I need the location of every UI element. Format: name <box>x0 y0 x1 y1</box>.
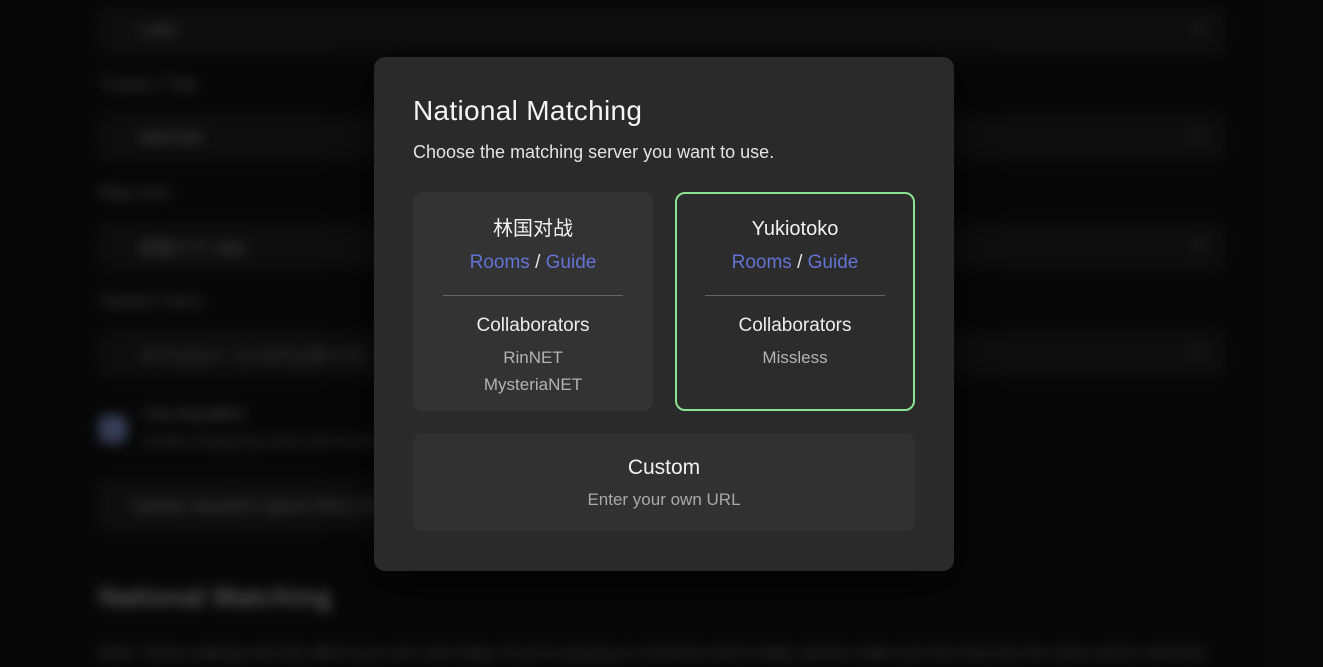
card-divider <box>443 295 623 296</box>
collaborators-heading: Collaborators <box>415 314 651 337</box>
guide-link[interactable]: Guide <box>546 252 597 273</box>
link-separator: / <box>797 252 802 273</box>
server-name: 林国对战 <box>415 217 651 242</box>
rooms-link[interactable]: Rooms <box>470 252 530 273</box>
collaborators-heading: Collaborators <box>677 314 913 337</box>
guide-link[interactable]: Guide <box>808 252 859 273</box>
collaborators-list: RinNET MysteriaNET <box>415 344 651 398</box>
modal-subtitle: Choose the matching server you want to u… <box>413 141 915 164</box>
link-separator: / <box>535 252 540 273</box>
app-window: LINK Trophy / Title MIKU39 Map Icon 初音ミク… <box>0 0 1323 667</box>
custom-subtitle: Enter your own URL <box>413 489 915 510</box>
server-cards-row: 林国对战 Rooms / Guide Collaborators RinNET … <box>413 192 915 411</box>
national-matching-modal: National Matching Choose the matching se… <box>374 57 954 571</box>
collaborator-item: RinNET <box>415 344 651 371</box>
server-card-yukiotoko[interactable]: Yukiotoko Rooms / Guide Collaborators Mi… <box>675 192 915 411</box>
collaborator-item: MysteriaNET <box>415 371 651 398</box>
server-card-linguo[interactable]: 林国对战 Rooms / Guide Collaborators RinNET … <box>413 192 653 411</box>
server-links: Rooms / Guide <box>415 251 651 275</box>
collaborator-item: Missless <box>677 344 913 371</box>
modal-title: National Matching <box>413 93 915 128</box>
server-links: Rooms / Guide <box>677 251 913 275</box>
collaborators-list: Missless <box>677 344 913 371</box>
server-name: Yukiotoko <box>677 217 913 242</box>
custom-server-card[interactable]: Custom Enter your own URL <box>413 433 915 531</box>
rooms-link[interactable]: Rooms <box>732 252 792 273</box>
custom-title: Custom <box>413 455 915 481</box>
card-divider <box>705 295 885 296</box>
